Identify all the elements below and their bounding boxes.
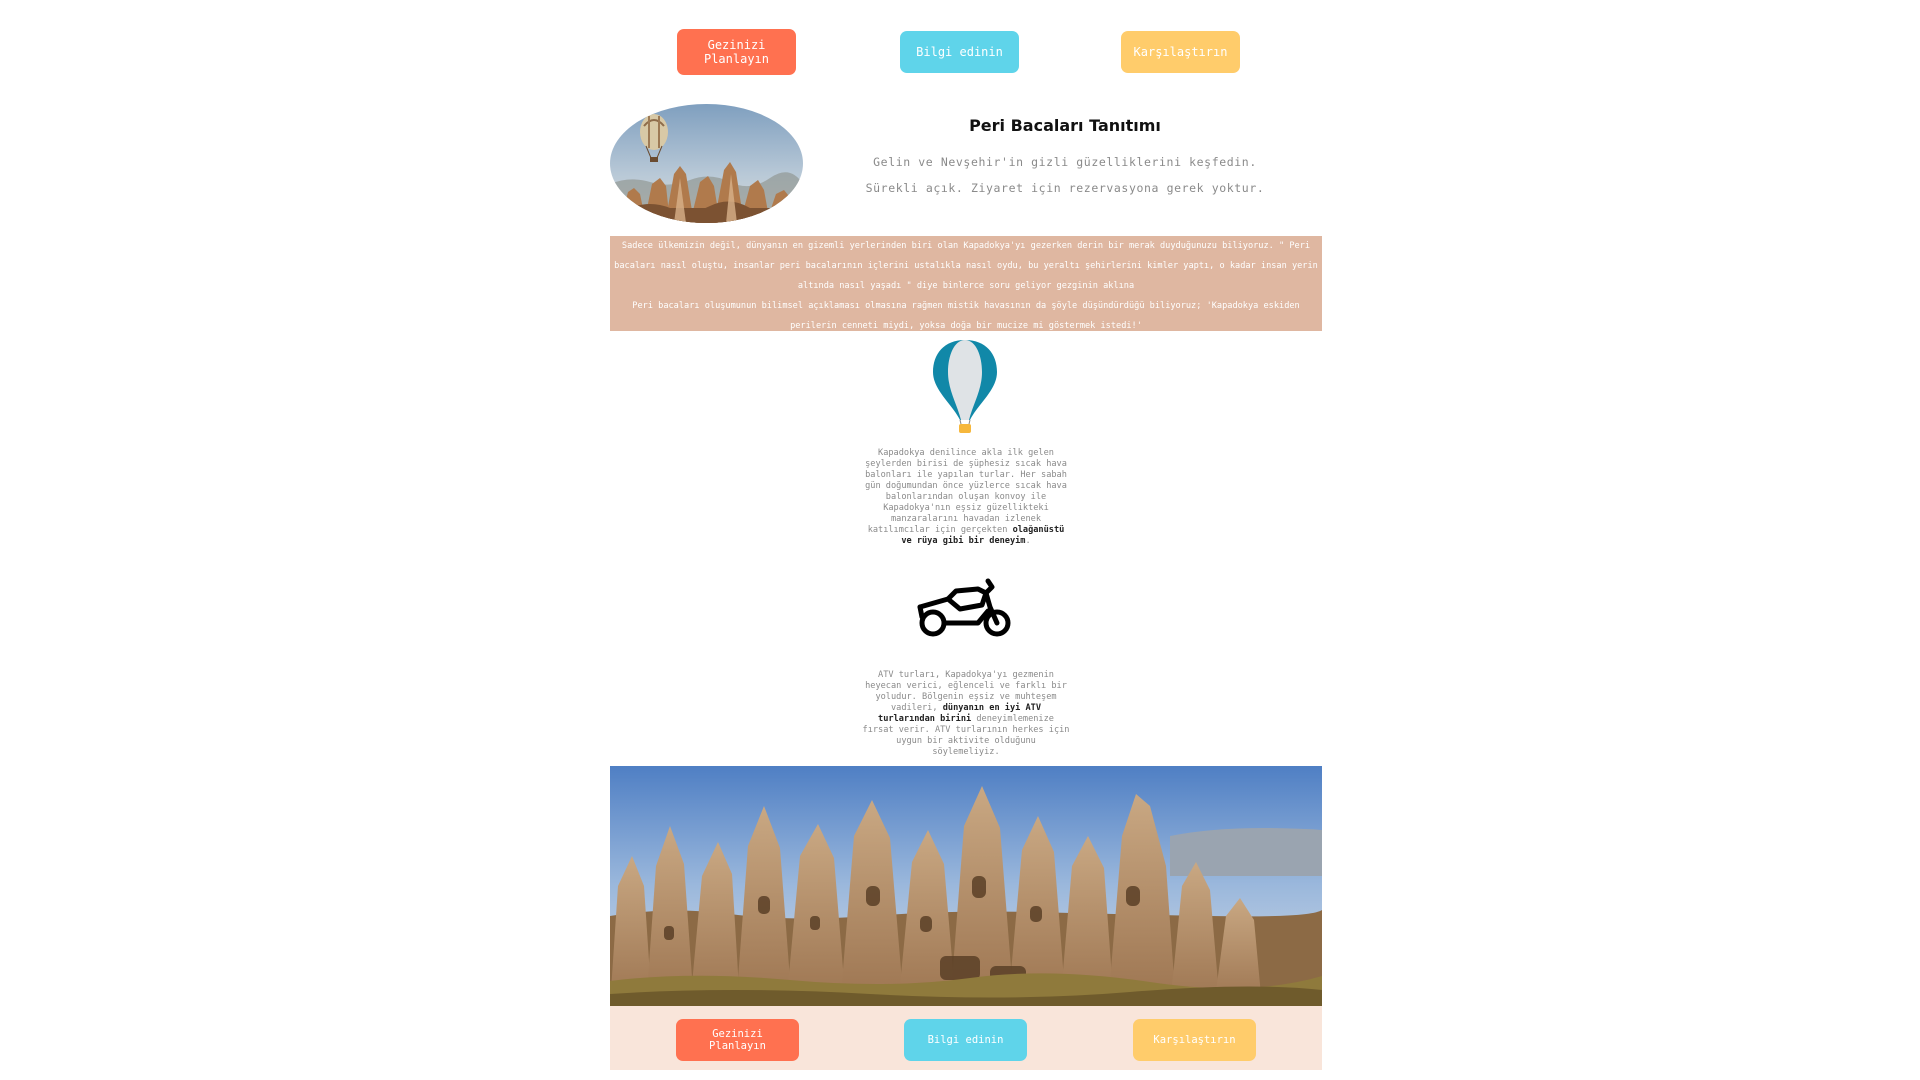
- fairy-chimneys-landscape-image: [610, 766, 1322, 1006]
- hot-air-balloon-icon: [932, 338, 998, 436]
- page: Gezinizi Planlayın Bilgi edinin Karşılaş…: [0, 0, 1920, 1080]
- balloon-tour-text: Kapadokya denilince akla ilk gelen şeyle…: [865, 448, 1067, 546]
- subtitle-discover: Gelin ve Nevşehir'in gizli güzelliklerin…: [873, 155, 1257, 169]
- hero-image: [610, 104, 803, 223]
- get-info-button-bottom[interactable]: Bilgi edinin: [904, 1019, 1027, 1061]
- compare-button-bottom[interactable]: Karşılaştırın: [1133, 1019, 1256, 1061]
- compare-button[interactable]: Karşılaştırın: [1121, 31, 1240, 73]
- story-paragraph-1: Sadece ülkemizin değil, dünyanın en gize…: [614, 241, 1318, 291]
- story-paragraph-2: Peri bacaları oluşumunun bilimsel açıkla…: [632, 301, 1300, 331]
- get-info-button[interactable]: Bilgi edinin: [900, 31, 1019, 73]
- motorbike-icon: [916, 577, 1014, 639]
- intro-band: Sadece ülkemizin değil, dünyanın en gize…: [610, 236, 1322, 331]
- atv-tour-text: ATV turları, Kapadokya'yı gezmenin heyec…: [862, 670, 1070, 757]
- subtitle-open-hours: Sürekli açık. Ziyaret için rezervasyona …: [865, 181, 1265, 195]
- page-title: Peri Bacaları Tanıtımı: [969, 116, 1161, 135]
- plan-trip-button[interactable]: Gezinizi Planlayın: [677, 29, 796, 75]
- plan-trip-button-bottom[interactable]: Gezinizi Planlayın: [676, 1019, 799, 1061]
